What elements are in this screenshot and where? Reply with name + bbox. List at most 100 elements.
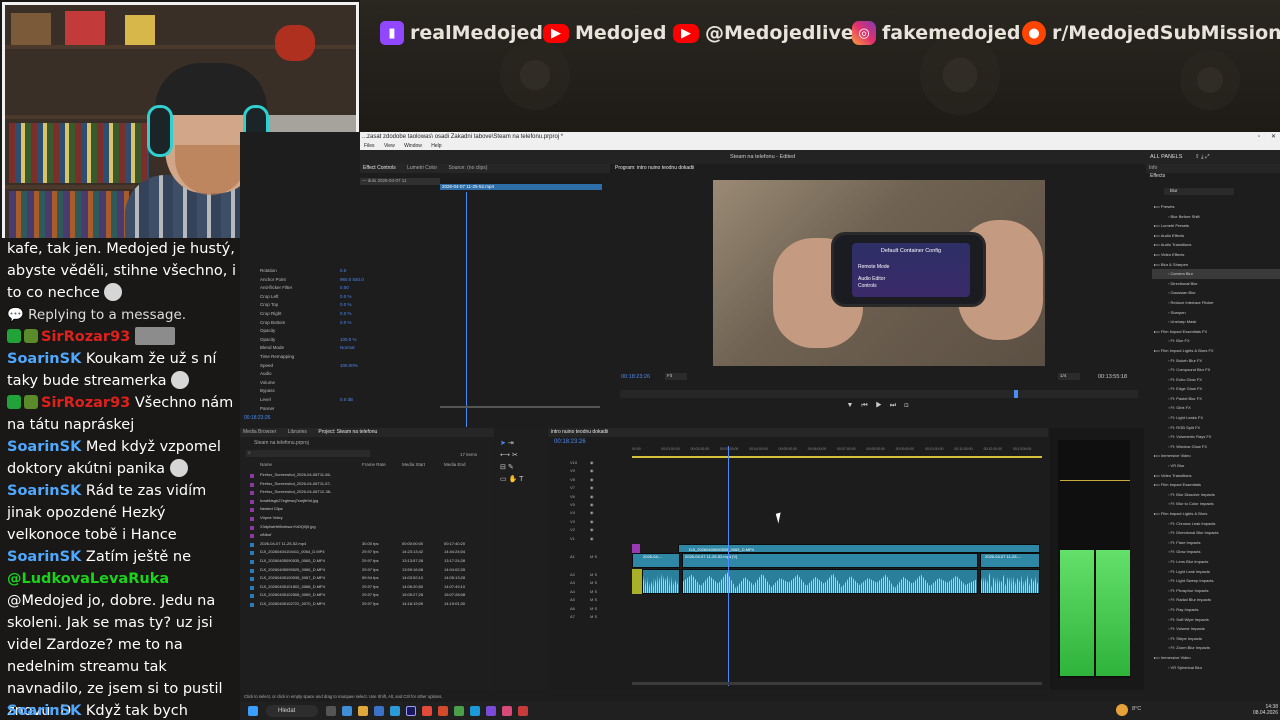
chat-username[interactable]: SoarinSK (7, 703, 81, 719)
workspace-dropdown[interactable]: ALL PANELS (1150, 150, 1182, 164)
effect-property-row[interactable]: Bypass (248, 388, 438, 397)
timeline-scrollbar[interactable] (632, 682, 1042, 685)
video-track-header[interactable]: V2 ◉ (548, 527, 632, 535)
track-select-icon[interactable]: ⇥ (508, 440, 514, 447)
property-value[interactable]: 0.0 % (340, 320, 352, 325)
audio-track-header[interactable]: A1 M S (548, 554, 632, 572)
eye-icon[interactable]: ◉ (590, 510, 594, 515)
clip-v2[interactable]: DJI_20260405090535_0065_D.MP4 (678, 544, 1040, 553)
eye-icon[interactable]: ◉ (590, 494, 594, 499)
app-icon[interactable] (438, 706, 448, 716)
pen-tool-icon[interactable]: ✎ (508, 464, 514, 471)
chat-username[interactable]: SoarinSK (7, 483, 81, 499)
play-icon[interactable]: ▶ (876, 402, 885, 409)
program-scrub-bar[interactable] (620, 390, 1138, 398)
mark-in-icon[interactable]: ▼ (846, 402, 856, 409)
chat-username[interactable]: SirRozar93 (41, 329, 130, 345)
clock[interactable]: 14:38 08.04.2026 (1244, 704, 1278, 716)
effect-property-row[interactable]: Crop Left 0.0 % (248, 294, 438, 303)
eye-icon[interactable]: ◉ (590, 519, 594, 524)
effects-tree-item[interactable]: ▫ FI: Bokeh Blur FX (1152, 356, 1280, 366)
timeline-playhead[interactable] (728, 446, 729, 686)
mute-icon[interactable]: M S (590, 606, 597, 611)
file-explorer-icon[interactable] (358, 706, 368, 716)
app-icon[interactable] (470, 706, 480, 716)
effects-tree-item[interactable]: ▫ Directional Blur (1152, 279, 1280, 289)
project-item[interactable]: Vtípné Videy (240, 515, 494, 524)
step-back-icon[interactable]: ⏮ (861, 402, 870, 409)
project-item[interactable]: DJI_20260404104411_0064_D.MP4 29.97 fps 14… (240, 549, 494, 558)
effects-tree-item[interactable]: ▫ FI: Window Glow FX (1152, 442, 1280, 452)
chat-username[interactable]: SirRozar93 (41, 395, 130, 411)
effects-tree-item[interactable]: ▫ FI: Zoom Blur Impacts (1152, 643, 1280, 653)
effects-tree-item[interactable]: ▫ FI: RGB Split FX (1152, 423, 1280, 433)
effects-tree-item[interactable]: ▫ FI: Edge Glow FX (1152, 384, 1280, 394)
effects-search-input[interactable]: blur (1164, 188, 1234, 195)
taskbar-search[interactable]: Hledat (266, 705, 318, 717)
eye-icon[interactable]: ◉ (590, 527, 594, 532)
ripple-edit-icon[interactable]: ⟷ (500, 452, 510, 459)
effects-tree-item[interactable]: ▸▭ Audio Transitions (1152, 240, 1280, 250)
app-icon[interactable] (342, 706, 352, 716)
mute-icon[interactable]: M S (590, 554, 597, 559)
effects-tree-item[interactable]: ▸▭ Immersive Video (1152, 451, 1280, 461)
eye-icon[interactable]: ◉ (590, 468, 594, 473)
effects-tree-item[interactable]: ▸▭ Film Impact Essentials (1152, 480, 1280, 490)
effects-tree-item[interactable]: ▫ Unsharp Mask (1152, 317, 1280, 327)
effects-tree-item[interactable]: ▸▭ Presets (1152, 202, 1280, 212)
menu-window[interactable]: Window (404, 143, 422, 149)
eye-icon[interactable]: ◉ (590, 460, 594, 465)
clip-selector[interactable]: — dulo 2026-04-07 11 (360, 178, 440, 185)
audio-clip-a[interactable] (642, 569, 680, 594)
effects-tree-item[interactable]: ▫ FI: Flare Impacts (1152, 538, 1280, 548)
chrome-icon[interactable] (454, 706, 464, 716)
effect-property-row[interactable]: Volume (248, 380, 438, 389)
effects-tree-item[interactable]: ▸▭ Film Impact Lights & Blurs FX (1152, 346, 1280, 356)
app-icon[interactable] (390, 706, 400, 716)
effects-tree-item[interactable]: ▫ Gaussian Blur (1152, 288, 1280, 298)
property-value[interactable]: 0.0 % (340, 311, 352, 316)
quality-dropdown[interactable]: 1/4 (1058, 373, 1080, 380)
mute-icon[interactable]: M S (590, 580, 597, 585)
effect-property-row[interactable]: Audio (248, 371, 438, 380)
audio-track-header[interactable]: A3 M S (548, 580, 632, 588)
effects-tree-item[interactable]: ▸▭ Film Impact Lights & Blurs (1152, 509, 1280, 519)
project-item[interactable]: howtfdsgh27egfewq7smjfe9d.jpg (240, 498, 494, 507)
audio-track-header[interactable]: A6 M S (548, 606, 632, 614)
effects-tree-item[interactable]: ▫ Camera Blur (1152, 269, 1280, 279)
effects-tree-item[interactable]: ▫ FI: Volumetric Rays FX (1152, 432, 1280, 442)
ec-clip-bar[interactable]: 2026-04-07 11-25-52.mp4 (440, 184, 602, 190)
razor-icon[interactable]: ✂ (512, 452, 518, 459)
property-value[interactable]: 0.0 % (340, 294, 352, 299)
effect-property-row[interactable]: Time Remapping (248, 354, 438, 363)
chat-username[interactable]: SoarinSK (7, 549, 81, 565)
audio-track-header[interactable]: A2 M S (548, 572, 632, 580)
selection-tool-icon[interactable]: ➤ (500, 440, 506, 447)
clip-v1-a[interactable]: 2026-04-... (632, 553, 680, 568)
effects-tree-item[interactable]: ▫ FI: Soft Wipe Impacts (1152, 615, 1280, 625)
tab-project[interactable]: Project: Steam na telefonu (318, 429, 377, 435)
project-item[interactable]: DJI_20260405090535_0065_D.MP4 29.97 fps 13… (240, 558, 494, 567)
effect-property-row[interactable]: Crop Right 0.0 % (248, 311, 438, 320)
effect-property-row[interactable]: Rotation 0.0 (248, 268, 438, 277)
project-item[interactable]: DJI_20260405101802_0068_D.MP4 29.97 fps 14… (240, 584, 494, 593)
effects-tree-item[interactable]: ▫ FI: Pastel Blur FX (1152, 394, 1280, 404)
zoom-dropdown[interactable]: Fit (665, 373, 687, 380)
effect-property-row[interactable]: Speed 100.00% (248, 363, 438, 372)
property-value[interactable]: 0.0 dB (340, 397, 353, 402)
effects-tree-item[interactable]: ▸▭ Film Impact Essentials FX (1152, 327, 1280, 337)
effects-tree-item[interactable]: ▸▭ Video Transitions (1152, 471, 1280, 481)
video-track-header[interactable]: V1 ◉ (548, 536, 632, 544)
audio-clip-c[interactable] (980, 569, 1040, 594)
effect-property-row[interactable]: Blend Mode Normal (248, 345, 438, 354)
col-frame-rate[interactable]: Frame Rate (362, 462, 386, 467)
tab-libraries[interactable]: Libraries (288, 429, 307, 435)
tab-program[interactable]: Program: intro nuino teodnu dokadii (615, 165, 694, 171)
type-tool-icon[interactable]: T (519, 476, 523, 483)
col-media-start[interactable]: Media Start (402, 462, 425, 467)
effects-tree-item[interactable]: ▸▭ Audio Effects (1152, 231, 1280, 241)
col-media-end[interactable]: Media End (444, 462, 466, 467)
effects-tree-item[interactable]: ▫ VR Blur (1152, 461, 1280, 471)
effects-tree-item[interactable]: ▫ FI: Volume Impacts (1152, 624, 1280, 634)
video-track-header[interactable]: V7 ◉ (548, 485, 632, 493)
